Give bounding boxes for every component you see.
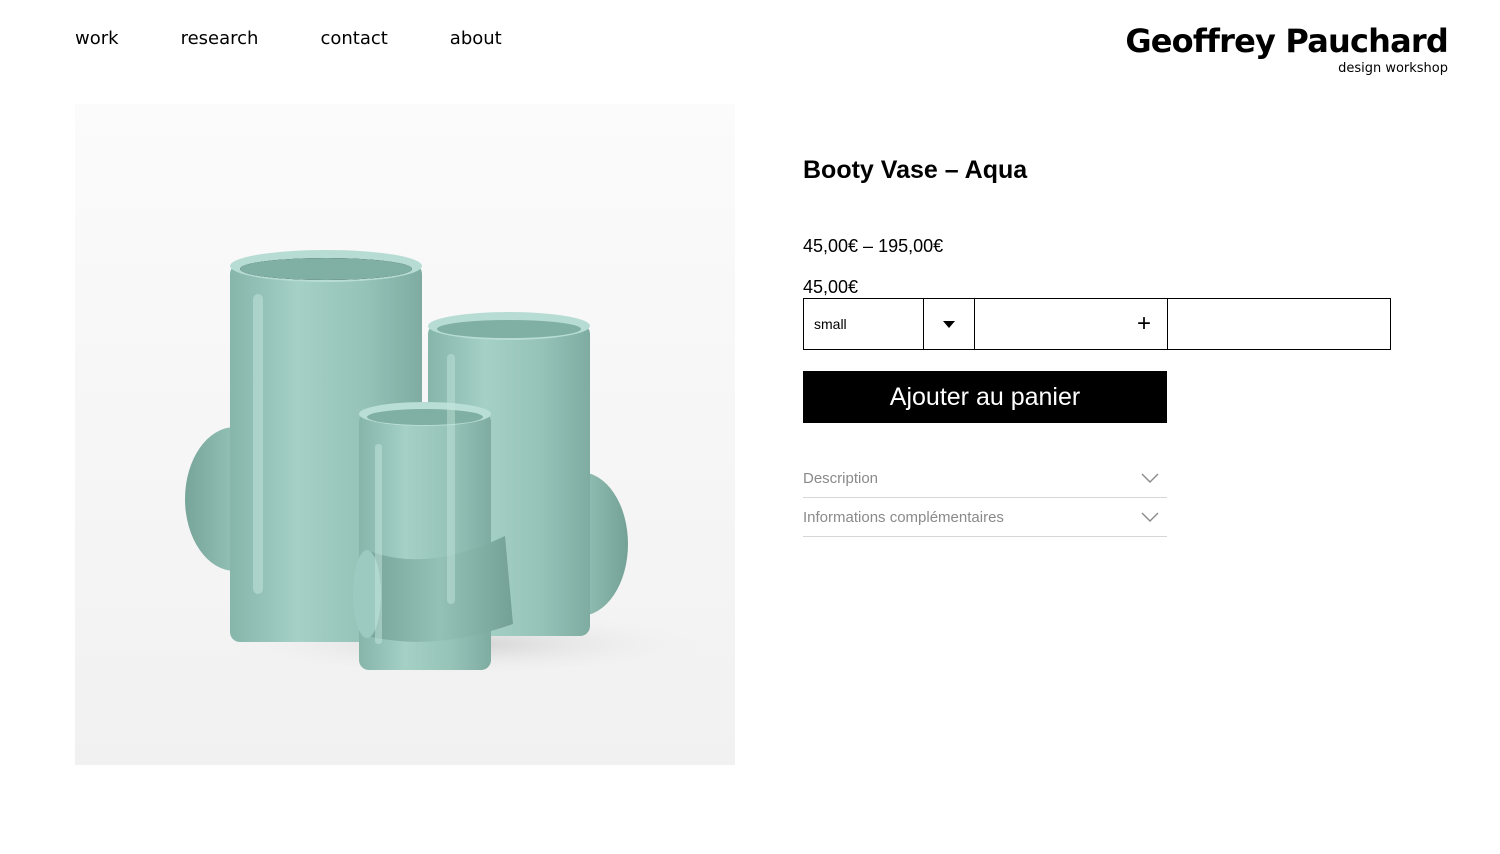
- nav-link-about[interactable]: about: [450, 28, 502, 49]
- caret-down-icon: [943, 320, 955, 328]
- nav-link-work[interactable]: work: [75, 28, 119, 49]
- quantity-stepper[interactable]: +: [975, 299, 1168, 349]
- accordion-description[interactable]: Description: [803, 459, 1167, 498]
- accordion-additional-info[interactable]: Informations complémentaires: [803, 498, 1167, 537]
- chevron-down-icon: [1141, 512, 1159, 522]
- chevron-down-icon: [1141, 473, 1159, 483]
- add-to-cart-button[interactable]: Ajouter au panier: [803, 371, 1167, 423]
- accordion-label: Informations complémentaires: [803, 508, 1004, 526]
- brand-logo[interactable]: Geoffrey Pauchard design workshop: [1125, 22, 1448, 77]
- nav-link-research[interactable]: research: [181, 28, 259, 49]
- main-nav: work research contact about: [75, 28, 502, 49]
- nav-link-contact[interactable]: contact: [320, 28, 387, 49]
- current-price: 45,00€: [803, 277, 859, 297]
- quantity-input[interactable]: [1168, 299, 1390, 349]
- size-select[interactable]: small: [804, 299, 924, 349]
- plus-icon[interactable]: +: [1137, 312, 1151, 336]
- price-range: 45,00€ – 195,00€: [803, 236, 944, 256]
- vase-illustration: [75, 104, 735, 765]
- product-image[interactable]: [75, 104, 735, 765]
- product-accordion: Description Informations complémentaires: [803, 459, 1167, 537]
- brand-name: Geoffrey Pauchard: [1125, 22, 1448, 60]
- brand-tagline: design workshop: [1338, 61, 1448, 76]
- variant-form: small +: [803, 298, 1391, 350]
- accordion-label: Description: [803, 469, 879, 487]
- size-select-toggle[interactable]: [924, 299, 975, 349]
- product-title: Booty Vase – Aqua: [803, 156, 1028, 184]
